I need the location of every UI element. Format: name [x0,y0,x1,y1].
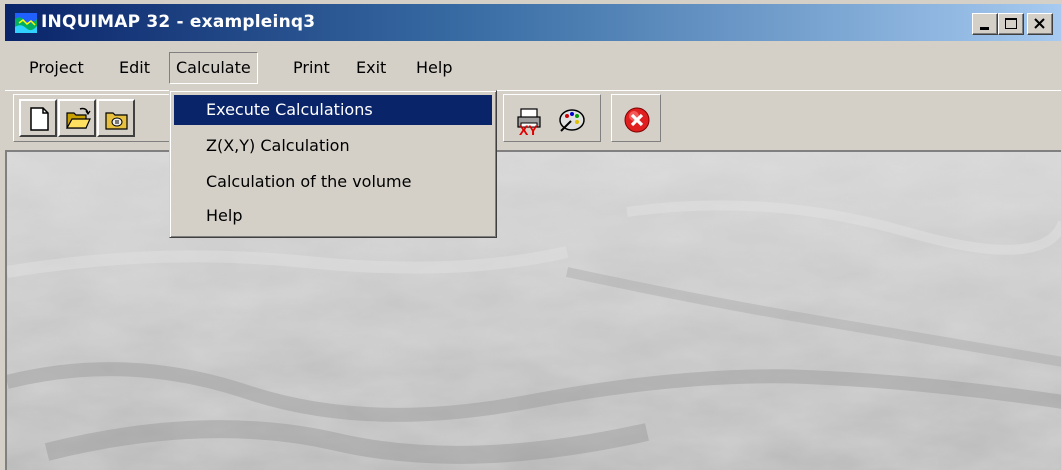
app-window: INQUIMAP 32 - exampleinq3 Project Edit C… [0,0,1062,470]
title-bar[interactable]: INQUIMAP 32 - exampleinq3 [5,4,1061,41]
toolbar: XY [5,90,1061,150]
svg-text:XY: XY [519,122,538,135]
close-button[interactable] [1027,13,1053,35]
toolbar-group-exit [611,94,661,142]
menu-project[interactable]: Project [23,55,90,81]
menu-calculate[interactable]: Calculate [169,52,258,84]
open-button[interactable] [58,99,96,137]
exit-button[interactable] [616,99,654,137]
exit-icon [624,107,650,133]
print-xy-button[interactable]: XY [509,99,547,137]
new-file-button[interactable] [19,99,57,137]
menu-help[interactable]: Help [410,55,458,81]
toolbar-group-file [13,94,175,142]
maximize-button[interactable] [998,13,1024,35]
minimize-icon [980,27,989,30]
folder-document-button[interactable] [97,99,135,137]
menu-print[interactable]: Print [287,55,336,81]
toolbar-group-print: XY [503,94,601,142]
menu-bar: Project Edit Calculate Print Exit Help [5,44,1061,90]
menu-item-volume-calculation[interactable]: Calculation of the volume [174,167,492,197]
open-folder-icon [65,107,91,129]
menu-item-zxy-calculation[interactable]: Z(X,Y) Calculation [174,131,492,161]
map-canvas[interactable] [5,150,1061,470]
terrain-texture-image [7,152,1061,470]
menu-exit[interactable]: Exit [350,55,392,81]
menu-item-help[interactable]: Help [174,201,492,231]
folder-document-icon [105,112,128,130]
app-icon [15,13,37,33]
palette-icon [559,109,585,132]
menu-item-execute-calculations[interactable]: Execute Calculations [174,95,492,125]
window-title: INQUIMAP 32 - exampleinq3 [41,12,316,32]
close-icon [1034,18,1045,29]
menu-edit[interactable]: Edit [113,55,156,81]
minimize-button[interactable] [972,13,998,35]
print-xy-icon: XY [517,108,541,135]
palette-button[interactable] [551,99,589,137]
new-file-icon [30,107,49,131]
maximize-icon [1005,18,1017,29]
calculate-dropdown: Execute Calculations Z(X,Y) Calculation … [169,90,497,238]
